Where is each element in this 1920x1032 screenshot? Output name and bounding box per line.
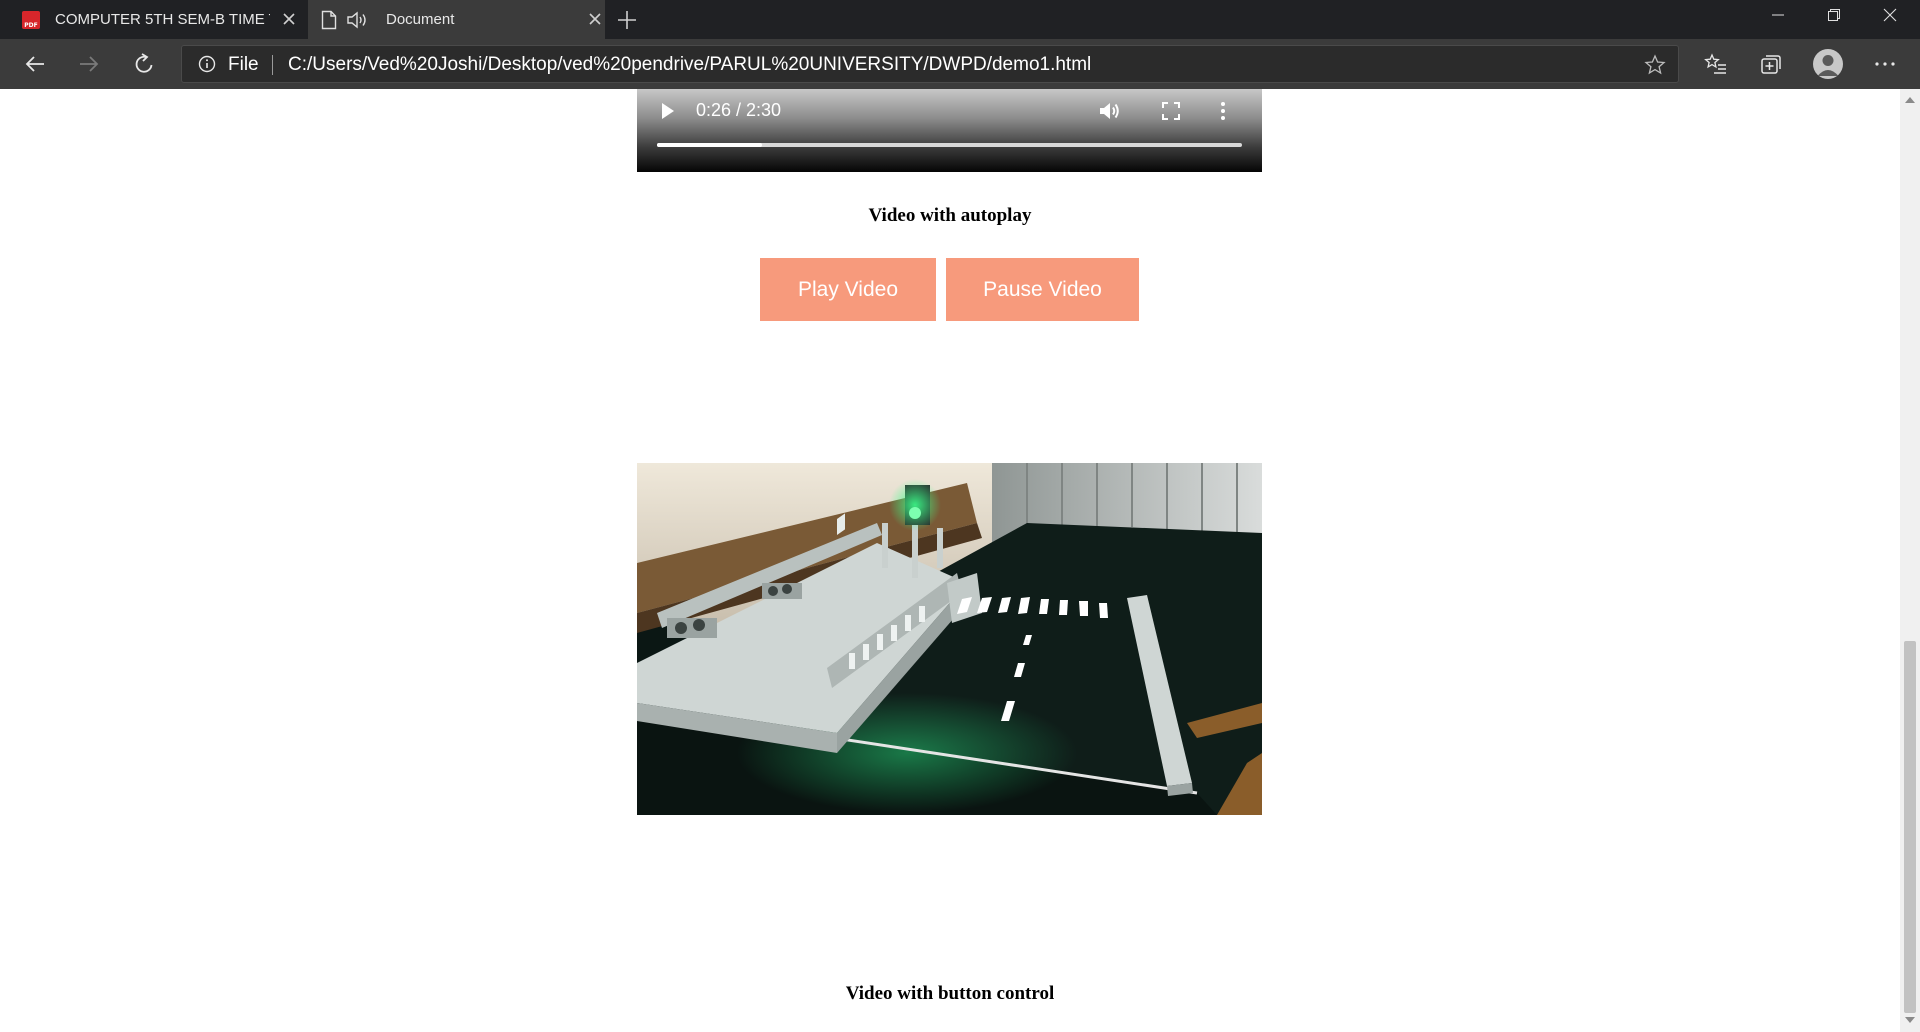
scroll-thumb[interactable] xyxy=(1904,641,1916,1013)
pdf-icon: PDF xyxy=(22,11,40,29)
more-options-button[interactable] xyxy=(1869,48,1901,80)
tab-pdf-timetable[interactable]: PDF COMPUTER 5TH SEM-B TIME TA xyxy=(0,0,308,39)
arrow-left-icon xyxy=(25,56,44,72)
tab-title: COMPUTER 5TH SEM-B TIME TA xyxy=(55,11,270,28)
info-icon[interactable] xyxy=(198,55,216,73)
restore-icon xyxy=(1828,9,1840,21)
favorites-button[interactable] xyxy=(1700,48,1732,80)
title-bar: PDF COMPUTER 5TH SEM-B TIME TA Document xyxy=(0,0,1920,39)
collections-icon xyxy=(1761,55,1781,74)
new-tab-icon[interactable] xyxy=(614,7,640,33)
address-scheme-label: File xyxy=(228,54,259,75)
close-icon xyxy=(1883,8,1897,22)
tab-document[interactable]: Document xyxy=(308,0,605,39)
more-vertical-icon[interactable] xyxy=(1217,99,1229,123)
play-video-button[interactable]: Play Video xyxy=(760,258,936,321)
video-progress-bar[interactable] xyxy=(657,143,1242,147)
more-horizontal-icon xyxy=(1875,62,1895,66)
video-time: 0:26 / 2:30 xyxy=(696,100,782,120)
address-divider xyxy=(272,55,273,75)
close-tab-icon[interactable] xyxy=(586,10,604,28)
collections-button[interactable] xyxy=(1755,48,1787,80)
back-button[interactable] xyxy=(19,48,51,80)
forward-button[interactable] xyxy=(73,48,105,80)
arrow-right-icon xyxy=(80,56,99,72)
pause-video-button[interactable]: Pause Video xyxy=(946,258,1139,321)
page-scrollbar[interactable] xyxy=(1900,89,1920,1032)
profile-avatar[interactable] xyxy=(1813,49,1843,79)
close-window-button[interactable] xyxy=(1862,0,1918,30)
minimize-icon xyxy=(1772,14,1784,16)
scroll-up-icon[interactable] xyxy=(1905,97,1915,103)
play-icon[interactable] xyxy=(662,103,674,119)
star-icon[interactable] xyxy=(1644,54,1666,76)
close-tab-icon[interactable] xyxy=(280,10,298,28)
refresh-button[interactable] xyxy=(128,48,160,80)
scroll-down-icon[interactable] xyxy=(1905,1017,1915,1023)
tab-title: Document xyxy=(386,11,455,28)
controlled-video-frame[interactable] xyxy=(637,463,1262,815)
autoplay-caption: Video with autoplay xyxy=(868,205,1032,226)
button-control-caption: Video with button control xyxy=(845,983,1055,1004)
minimize-button[interactable] xyxy=(1750,0,1806,30)
address-url[interactable]: C:/Users/Ved%20Joshi/Desktop/ved%20pendr… xyxy=(288,54,1091,76)
audio-playing-icon[interactable] xyxy=(346,10,370,30)
refresh-icon xyxy=(135,53,153,73)
fullscreen-icon[interactable] xyxy=(1161,101,1181,121)
favorites-list-icon xyxy=(1704,53,1726,74)
volume-icon[interactable] xyxy=(1098,100,1122,122)
video-frame-scene xyxy=(637,463,1262,815)
autoplay-video-player[interactable]: 0:26 / 2:30 xyxy=(637,89,1262,172)
page-content: 0:26 / 2:30 Video with autoplay Play Vid… xyxy=(0,89,1900,1032)
address-bar[interactable]: File C:/Users/Ved%20Joshi/Desktop/ved%20… xyxy=(181,45,1679,83)
browser-toolbar: File C:/Users/Ved%20Joshi/Desktop/ved%20… xyxy=(0,39,1920,89)
page-icon xyxy=(321,10,337,30)
user-icon xyxy=(1817,55,1839,76)
restore-button[interactable] xyxy=(1806,0,1862,30)
video-progress-fill xyxy=(657,143,763,147)
